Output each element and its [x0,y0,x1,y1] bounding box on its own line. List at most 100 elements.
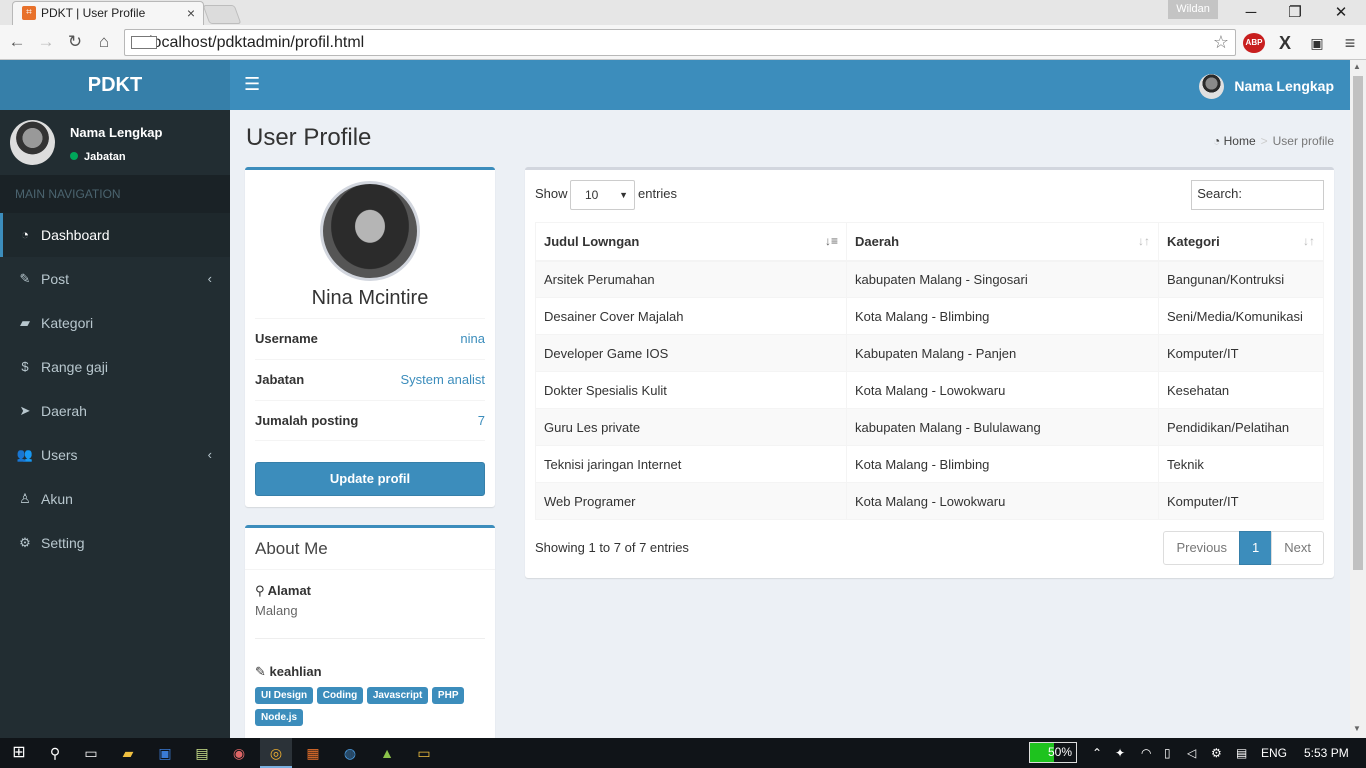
column-header-daerah[interactable]: Daerah ↓↑ [846,222,1159,262]
wifi-icon[interactable]: ◠ [1141,738,1151,768]
sidebar-user-name: Nama Lengkap [70,125,163,140]
update-profile-button[interactable]: Update profil [255,462,485,496]
page-icon [131,36,157,49]
close-tab-icon[interactable]: × [187,2,195,24]
profile-avatar [320,181,420,281]
cast-extension-icon[interactable]: ▣ [1307,33,1327,53]
jobs-table: Judul Lowngan ↓≡ Daerah ↓↑ Kategori ↓↑ Arsi… [535,222,1324,520]
new-tab-button[interactable] [202,5,242,24]
table-cell: Kota Malang - Blimbing [846,297,1159,335]
sidebar-item-label: Daerah [41,403,87,419]
next-page-button[interactable]: Next [1271,531,1324,565]
field-value[interactable]: nina [460,319,485,359]
restore-button[interactable]: ❐ [1272,0,1318,25]
previous-page-button[interactable]: Previous [1163,531,1241,565]
table-row: Desainer Cover Majalah Kota Malang - Blim… [535,297,1324,335]
table-cell: Kesehatan [1158,371,1324,409]
sidebar-item-label: Akun [41,491,73,507]
address-bar[interactable]: localhost/pdktadmin/profil.html ☆ [124,29,1236,56]
language-indicator[interactable]: ENG [1261,738,1287,768]
sidebar-item-kategori[interactable]: ▰ Kategori [0,301,230,345]
page-scrollbar[interactable]: ▲ ▼ [1350,60,1366,738]
windows-start-icon[interactable]: ⊞ [6,738,32,768]
dropbox-icon[interactable]: ✦ [1115,738,1125,768]
notepad-icon[interactable]: ▤ [189,738,215,768]
field-value[interactable]: 7 [478,401,485,441]
breadcrumb-home[interactable]: Home [1224,134,1256,148]
sidebar-item-setting[interactable]: ⚙ Setting [0,521,230,565]
bookmark-star-icon[interactable]: ☆ [1213,30,1229,55]
task-view-icon[interactable]: ▭ [78,738,104,768]
skill-label: Javascript [366,687,429,704]
chevron-left-icon: ‹ [207,447,212,462]
chevron-up-icon[interactable]: ⌃ [1092,738,1102,768]
profile-field-username: Username nina [255,318,485,359]
browser-chrome: ⌗ PDKT | User Profile × Wildan ─ ❐ ✕ ← →… [0,0,1366,60]
editor-icon[interactable]: ▦ [300,738,326,768]
table-cell: Pendidikan/Pelatihan [1158,408,1324,446]
scrollbar-thumb[interactable] [1353,76,1363,570]
header-avatar [1199,74,1225,99]
reload-icon[interactable]: ↻ [64,31,86,53]
back-icon[interactable]: ← [6,31,28,53]
breadcrumb-separator: > [1260,134,1268,148]
adblock-extension-icon[interactable]: ABP [1243,33,1265,53]
page-1-button[interactable]: 1 [1239,531,1273,565]
network-icon[interactable]: ⚙ [1211,738,1222,768]
field-label: Jabatan [255,372,305,387]
search-input[interactable] [1191,180,1324,210]
skills-list: UI Design Coding Javascript PHP Node.js [255,686,485,730]
pencil-icon: ✎ [255,664,270,679]
table-cell: Komputer/IT [1158,482,1324,520]
logo[interactable]: PDKT [0,60,230,110]
battery-icon[interactable]: ▯ [1164,738,1171,768]
firefox-icon[interactable]: ◍ [337,738,363,768]
column-header-kategori[interactable]: Kategori ↓↑ [1158,222,1324,262]
field-value[interactable]: System analist [400,360,485,400]
sidebar-toggle-icon[interactable]: ☰ [244,74,260,95]
notification-icon[interactable]: ▤ [1236,738,1247,768]
dollar-icon: $ [21,359,29,374]
sidebar-item-post[interactable]: ✎ Post ‹ [0,257,230,301]
page-length-select[interactable]: 10 ▼ [570,180,635,210]
battery-indicator[interactable]: 50% [1029,742,1077,763]
menu-icon[interactable]: ≡ [1340,33,1360,53]
sort-asc-icon: ↓≡ [824,234,838,248]
column-header-label: Kategori [1167,233,1220,249]
sidebar-item-daerah[interactable]: ➤ Daerah [0,389,230,433]
terminal-icon[interactable]: ▭ [411,738,437,768]
forward-icon[interactable]: → [35,31,57,53]
scroll-down-icon[interactable]: ▼ [1353,724,1361,733]
tab-title: PDKT | User Profile [41,6,146,20]
android-icon[interactable]: ▲ [374,738,400,768]
browser-tab[interactable]: ⌗ PDKT | User Profile × [12,1,204,25]
sidebar-item-dashboard[interactable]: ◔ Dashboard [0,213,230,257]
file-explorer-icon[interactable]: ▰ [115,738,141,768]
sidebar-item-users[interactable]: 👥 Users ‹ [0,433,230,477]
media-icon[interactable]: ◉ [226,738,252,768]
home-icon[interactable]: ⌂ [93,31,115,53]
column-header-judul[interactable]: Judul Lowngan ↓≡ [535,222,847,262]
users-icon: 👥 [16,447,34,462]
table-cell: kabupaten Malang - Bululawang [846,408,1159,446]
chrome-icon[interactable]: ◎ [260,738,292,768]
close-window-button[interactable]: ✕ [1318,0,1364,25]
skill-label: Coding [316,687,364,704]
x-extension-icon[interactable]: X [1275,33,1295,53]
store-icon[interactable]: ▣ [152,738,178,768]
breadcrumb: ◔ Home > User profile [1213,134,1334,148]
minimize-button[interactable]: ─ [1228,0,1274,25]
html5-favicon-icon: ⌗ [22,6,36,20]
volume-icon[interactable]: ◁ [1187,738,1196,768]
sidebar-item-akun[interactable]: ♙ Akun [0,477,230,521]
clock[interactable]: 5:53 PM [1304,738,1349,768]
edit-icon: ✎ [19,271,31,286]
header-user-menu[interactable]: Nama Lengkap [1199,74,1334,99]
divider [255,638,485,639]
table-cell: Komputer/IT [1158,334,1324,372]
skills-label-text: keahlian [269,664,322,679]
table-row: Arsitek Perumahan kabupaten Malang - Sing… [535,260,1324,298]
search-icon[interactable]: ⚲ [42,738,68,768]
sidebar-item-range-gaji[interactable]: $ Range gaji [0,345,230,389]
scroll-up-icon[interactable]: ▲ [1353,62,1361,71]
